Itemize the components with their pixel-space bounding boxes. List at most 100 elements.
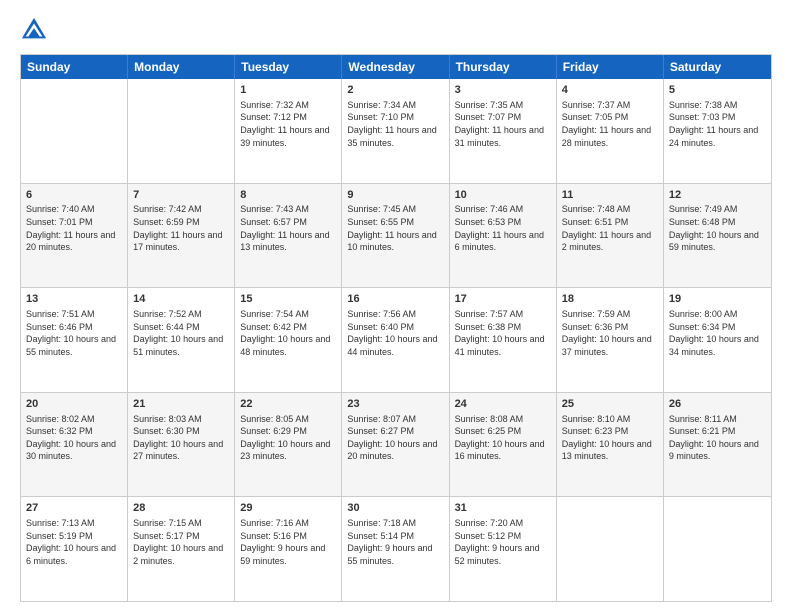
calendar-cell: 15Sunrise: 7:54 AM Sunset: 6:42 PM Dayli… bbox=[235, 288, 342, 392]
calendar-cell: 6Sunrise: 7:40 AM Sunset: 7:01 PM Daylig… bbox=[21, 184, 128, 288]
day-of-week-header: Friday bbox=[557, 55, 664, 79]
day-number: 24 bbox=[455, 397, 551, 412]
day-info: Sunrise: 8:03 AM Sunset: 6:30 PM Dayligh… bbox=[133, 413, 229, 463]
calendar-cell: 2Sunrise: 7:34 AM Sunset: 7:10 PM Daylig… bbox=[342, 79, 449, 183]
day-info: Sunrise: 7:59 AM Sunset: 6:36 PM Dayligh… bbox=[562, 308, 658, 358]
day-info: Sunrise: 7:40 AM Sunset: 7:01 PM Dayligh… bbox=[26, 203, 122, 253]
day-info: Sunrise: 8:11 AM Sunset: 6:21 PM Dayligh… bbox=[669, 413, 766, 463]
day-number: 9 bbox=[347, 188, 443, 203]
day-number: 31 bbox=[455, 501, 551, 516]
calendar-header: SundayMondayTuesdayWednesdayThursdayFrid… bbox=[21, 55, 771, 79]
calendar-body: 1Sunrise: 7:32 AM Sunset: 7:12 PM Daylig… bbox=[21, 79, 771, 601]
calendar-week-row: 6Sunrise: 7:40 AM Sunset: 7:01 PM Daylig… bbox=[21, 183, 771, 288]
day-number: 10 bbox=[455, 188, 551, 203]
day-number: 29 bbox=[240, 501, 336, 516]
calendar-cell: 7Sunrise: 7:42 AM Sunset: 6:59 PM Daylig… bbox=[128, 184, 235, 288]
calendar-cell: 18Sunrise: 7:59 AM Sunset: 6:36 PM Dayli… bbox=[557, 288, 664, 392]
day-number: 3 bbox=[455, 83, 551, 98]
day-info: Sunrise: 7:54 AM Sunset: 6:42 PM Dayligh… bbox=[240, 308, 336, 358]
calendar-cell: 14Sunrise: 7:52 AM Sunset: 6:44 PM Dayli… bbox=[128, 288, 235, 392]
calendar-cell: 16Sunrise: 7:56 AM Sunset: 6:40 PM Dayli… bbox=[342, 288, 449, 392]
calendar-cell: 24Sunrise: 8:08 AM Sunset: 6:25 PM Dayli… bbox=[450, 393, 557, 497]
calendar-cell: 30Sunrise: 7:18 AM Sunset: 5:14 PM Dayli… bbox=[342, 497, 449, 601]
calendar-cell: 20Sunrise: 8:02 AM Sunset: 6:32 PM Dayli… bbox=[21, 393, 128, 497]
day-number: 21 bbox=[133, 397, 229, 412]
calendar-cell: 29Sunrise: 7:16 AM Sunset: 5:16 PM Dayli… bbox=[235, 497, 342, 601]
calendar-cell: 27Sunrise: 7:13 AM Sunset: 5:19 PM Dayli… bbox=[21, 497, 128, 601]
page-header bbox=[20, 16, 772, 44]
day-info: Sunrise: 7:51 AM Sunset: 6:46 PM Dayligh… bbox=[26, 308, 122, 358]
day-number: 23 bbox=[347, 397, 443, 412]
calendar-week-row: 20Sunrise: 8:02 AM Sunset: 6:32 PM Dayli… bbox=[21, 392, 771, 497]
calendar-cell: 22Sunrise: 8:05 AM Sunset: 6:29 PM Dayli… bbox=[235, 393, 342, 497]
day-info: Sunrise: 7:20 AM Sunset: 5:12 PM Dayligh… bbox=[455, 517, 551, 567]
day-number: 1 bbox=[240, 83, 336, 98]
day-info: Sunrise: 7:34 AM Sunset: 7:10 PM Dayligh… bbox=[347, 99, 443, 149]
calendar-cell: 9Sunrise: 7:45 AM Sunset: 6:55 PM Daylig… bbox=[342, 184, 449, 288]
day-info: Sunrise: 7:46 AM Sunset: 6:53 PM Dayligh… bbox=[455, 203, 551, 253]
day-info: Sunrise: 8:10 AM Sunset: 6:23 PM Dayligh… bbox=[562, 413, 658, 463]
day-info: Sunrise: 7:37 AM Sunset: 7:05 PM Dayligh… bbox=[562, 99, 658, 149]
calendar-cell: 11Sunrise: 7:48 AM Sunset: 6:51 PM Dayli… bbox=[557, 184, 664, 288]
day-info: Sunrise: 8:07 AM Sunset: 6:27 PM Dayligh… bbox=[347, 413, 443, 463]
calendar-cell: 28Sunrise: 7:15 AM Sunset: 5:17 PM Dayli… bbox=[128, 497, 235, 601]
calendar-cell: 26Sunrise: 8:11 AM Sunset: 6:21 PM Dayli… bbox=[664, 393, 771, 497]
day-info: Sunrise: 7:43 AM Sunset: 6:57 PM Dayligh… bbox=[240, 203, 336, 253]
day-info: Sunrise: 7:57 AM Sunset: 6:38 PM Dayligh… bbox=[455, 308, 551, 358]
calendar-cell: 5Sunrise: 7:38 AM Sunset: 7:03 PM Daylig… bbox=[664, 79, 771, 183]
calendar-cell: 3Sunrise: 7:35 AM Sunset: 7:07 PM Daylig… bbox=[450, 79, 557, 183]
calendar-cell: 21Sunrise: 8:03 AM Sunset: 6:30 PM Dayli… bbox=[128, 393, 235, 497]
day-number: 28 bbox=[133, 501, 229, 516]
day-number: 2 bbox=[347, 83, 443, 98]
calendar-week-row: 13Sunrise: 7:51 AM Sunset: 6:46 PM Dayli… bbox=[21, 287, 771, 392]
day-info: Sunrise: 7:45 AM Sunset: 6:55 PM Dayligh… bbox=[347, 203, 443, 253]
day-of-week-header: Saturday bbox=[664, 55, 771, 79]
calendar-week-row: 27Sunrise: 7:13 AM Sunset: 5:19 PM Dayli… bbox=[21, 496, 771, 601]
day-info: Sunrise: 7:35 AM Sunset: 7:07 PM Dayligh… bbox=[455, 99, 551, 149]
day-number: 13 bbox=[26, 292, 122, 307]
calendar-cell: 31Sunrise: 7:20 AM Sunset: 5:12 PM Dayli… bbox=[450, 497, 557, 601]
day-number: 17 bbox=[455, 292, 551, 307]
logo-icon bbox=[20, 16, 48, 44]
day-info: Sunrise: 7:56 AM Sunset: 6:40 PM Dayligh… bbox=[347, 308, 443, 358]
calendar-cell: 23Sunrise: 8:07 AM Sunset: 6:27 PM Dayli… bbox=[342, 393, 449, 497]
calendar-cell: 12Sunrise: 7:49 AM Sunset: 6:48 PM Dayli… bbox=[664, 184, 771, 288]
calendar-cell: 8Sunrise: 7:43 AM Sunset: 6:57 PM Daylig… bbox=[235, 184, 342, 288]
day-info: Sunrise: 7:18 AM Sunset: 5:14 PM Dayligh… bbox=[347, 517, 443, 567]
day-info: Sunrise: 7:38 AM Sunset: 7:03 PM Dayligh… bbox=[669, 99, 766, 149]
calendar-cell: 10Sunrise: 7:46 AM Sunset: 6:53 PM Dayli… bbox=[450, 184, 557, 288]
logo bbox=[20, 16, 52, 44]
day-info: Sunrise: 7:49 AM Sunset: 6:48 PM Dayligh… bbox=[669, 203, 766, 253]
day-info: Sunrise: 7:16 AM Sunset: 5:16 PM Dayligh… bbox=[240, 517, 336, 567]
day-info: Sunrise: 8:02 AM Sunset: 6:32 PM Dayligh… bbox=[26, 413, 122, 463]
day-info: Sunrise: 7:42 AM Sunset: 6:59 PM Dayligh… bbox=[133, 203, 229, 253]
day-number: 25 bbox=[562, 397, 658, 412]
day-of-week-header: Sunday bbox=[21, 55, 128, 79]
day-number: 19 bbox=[669, 292, 766, 307]
day-number: 5 bbox=[669, 83, 766, 98]
day-number: 8 bbox=[240, 188, 336, 203]
calendar-cell bbox=[557, 497, 664, 601]
day-number: 16 bbox=[347, 292, 443, 307]
day-number: 30 bbox=[347, 501, 443, 516]
calendar-cell: 17Sunrise: 7:57 AM Sunset: 6:38 PM Dayli… bbox=[450, 288, 557, 392]
calendar-week-row: 1Sunrise: 7:32 AM Sunset: 7:12 PM Daylig… bbox=[21, 79, 771, 183]
day-number: 22 bbox=[240, 397, 336, 412]
calendar-cell bbox=[21, 79, 128, 183]
day-info: Sunrise: 7:13 AM Sunset: 5:19 PM Dayligh… bbox=[26, 517, 122, 567]
day-number: 27 bbox=[26, 501, 122, 516]
day-info: Sunrise: 7:48 AM Sunset: 6:51 PM Dayligh… bbox=[562, 203, 658, 253]
day-of-week-header: Tuesday bbox=[235, 55, 342, 79]
day-info: Sunrise: 7:52 AM Sunset: 6:44 PM Dayligh… bbox=[133, 308, 229, 358]
day-number: 26 bbox=[669, 397, 766, 412]
day-of-week-header: Wednesday bbox=[342, 55, 449, 79]
day-info: Sunrise: 7:15 AM Sunset: 5:17 PM Dayligh… bbox=[133, 517, 229, 567]
calendar-cell: 4Sunrise: 7:37 AM Sunset: 7:05 PM Daylig… bbox=[557, 79, 664, 183]
day-of-week-header: Thursday bbox=[450, 55, 557, 79]
calendar-cell bbox=[664, 497, 771, 601]
day-number: 14 bbox=[133, 292, 229, 307]
calendar: SundayMondayTuesdayWednesdayThursdayFrid… bbox=[20, 54, 772, 602]
day-info: Sunrise: 8:08 AM Sunset: 6:25 PM Dayligh… bbox=[455, 413, 551, 463]
calendar-cell: 1Sunrise: 7:32 AM Sunset: 7:12 PM Daylig… bbox=[235, 79, 342, 183]
day-number: 18 bbox=[562, 292, 658, 307]
